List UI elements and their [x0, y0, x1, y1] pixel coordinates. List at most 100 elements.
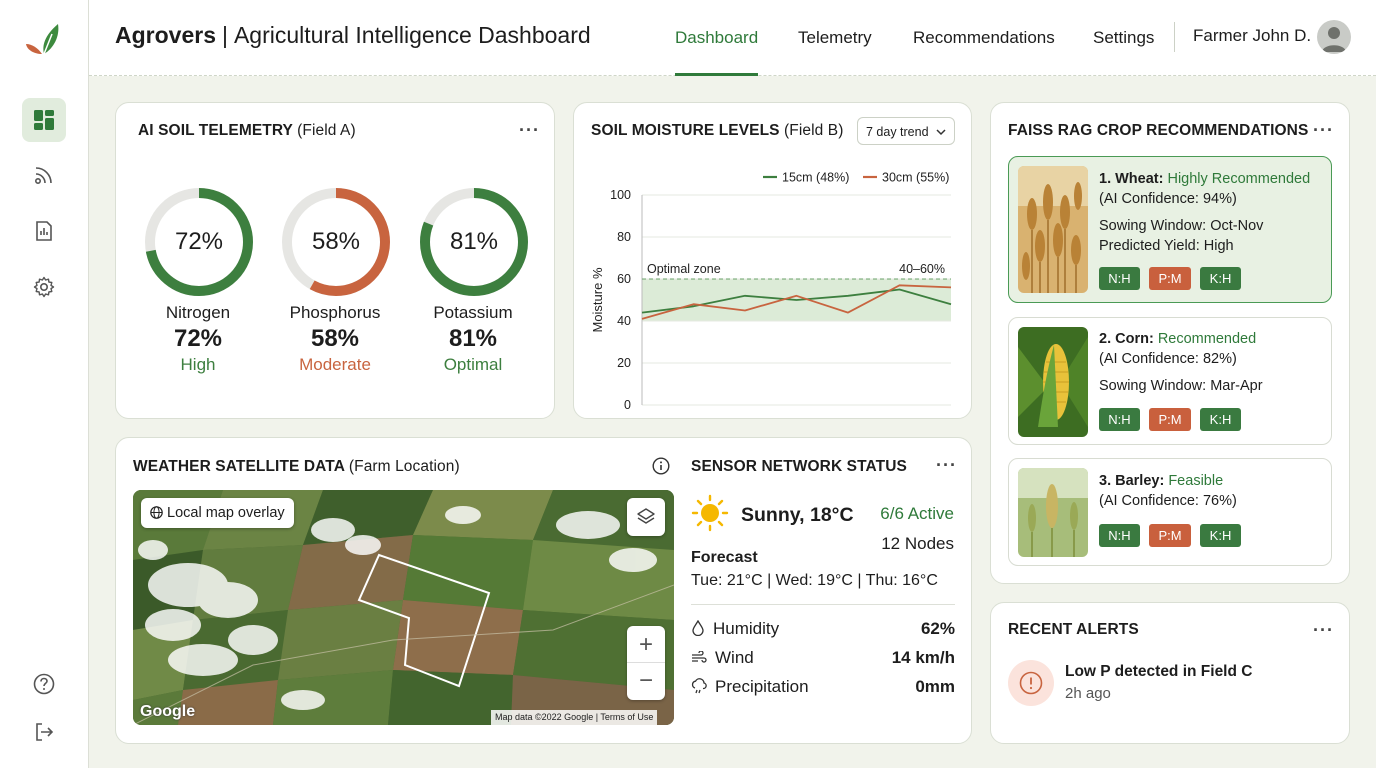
nav-recommendations[interactable]: Recommendations [913, 0, 1055, 76]
top-bar: Agrovers | Agricultural Intelligence Dashb… [89, 0, 1376, 76]
recommendation-item-corn[interactable]: 2. Corn: Recommended (AI Confidence: 82%… [1008, 317, 1332, 445]
divider [691, 604, 955, 605]
card-title: WEATHER SATELLITE DATA (Farm Location) [133, 458, 460, 476]
soil-moisture-card: SOIL MOISTURE LEVELS (Field B) 7 day tre… [573, 102, 972, 419]
more-options-icon[interactable]: ··· [1313, 621, 1334, 639]
metric-value: 14 km/h [891, 648, 955, 667]
y-tick-label: 100 [610, 188, 631, 202]
nav-divider [1174, 22, 1175, 52]
precipitation-icon [691, 678, 707, 694]
potassium-tag: K:H [1200, 524, 1241, 547]
recommendation-item-barley[interactable]: 3. Barley: Feasible (AI Confidence: 76%)… [1008, 458, 1332, 566]
sidebar-item-logout[interactable] [22, 710, 66, 754]
warning-icon [1019, 671, 1043, 695]
metric-label: Precipitation [715, 677, 809, 696]
user-name[interactable]: Farmer John D. [1193, 26, 1311, 46]
brand-separator: | [221, 22, 228, 48]
rec-status: Feasible [1168, 473, 1224, 489]
sidebar-item-reports[interactable] [22, 209, 66, 253]
metric-value: 62% [920, 619, 955, 638]
brand-subtitle: Agricultural Intelligence Dashboard [233, 22, 591, 48]
nutrient-status: Optimal [443, 355, 503, 374]
nav-dashboard[interactable]: Dashboard [675, 0, 759, 76]
map-attribution: Map data ©2022 Google | Terms of Use [491, 710, 658, 725]
droplet-icon [692, 619, 704, 637]
recommendation-heading: 2. Corn: Recommended [1099, 329, 1256, 349]
zoom-out-button[interactable]: − [627, 663, 665, 700]
phosphorus-gauge: 58% [280, 186, 392, 298]
nutrient-percent: 81% [448, 325, 498, 352]
chevron-down-icon [936, 129, 946, 136]
trend-range-select[interactable]: 7 day trend [857, 117, 955, 145]
sun-icon [691, 494, 729, 532]
soil-telemetry-card: AI SOIL TELEMETRY (Field A) ··· 72% 58% … [115, 102, 555, 419]
metric-label: Wind [715, 648, 754, 667]
rec-title: 3. Barley: [1099, 473, 1165, 489]
zoom-in-button[interactable]: + [627, 626, 665, 663]
info-icon[interactable] [652, 457, 670, 475]
more-options-icon[interactable]: ··· [1313, 121, 1334, 139]
sidebar [0, 0, 89, 768]
phosphorus-tag: P:M [1149, 267, 1191, 290]
more-options-icon[interactable]: ··· [936, 456, 957, 474]
y-tick-label: 40 [617, 314, 631, 328]
map-terms-link[interactable]: Terms of Use [600, 712, 653, 722]
leaf-logo-icon[interactable] [22, 18, 66, 58]
avatar[interactable] [1317, 20, 1351, 54]
sidebar-item-telemetry[interactable] [22, 153, 66, 197]
optimal-zone-range: 40–60% [899, 262, 945, 276]
alert-icon-badge [1008, 660, 1054, 706]
rec-status: Recommended [1157, 331, 1257, 347]
potassium-gauge: 81% [418, 186, 530, 298]
nav-settings[interactable]: Settings [1093, 0, 1154, 76]
barley-image [1018, 468, 1088, 557]
help-icon [33, 673, 55, 695]
precipitation-row: Precipitation 0mm [691, 677, 955, 697]
map-layers-button[interactable] [627, 498, 665, 536]
alert-time: 2h ago [1065, 685, 1111, 702]
globe-icon [150, 506, 163, 519]
potassium-gauge-value: 81% [449, 228, 499, 255]
rec-sowing-window: Sowing Window: Oct-Nov [1099, 218, 1264, 234]
layers-icon [637, 508, 655, 524]
weather-condition: Sunny, 18°C [741, 504, 854, 526]
nitrogen-gauge: 72% [143, 186, 255, 298]
y-tick-label: 20 [617, 356, 631, 370]
nitrogen-gauge-value: 72% [174, 228, 224, 255]
map-zoom-control: + − [627, 626, 665, 700]
potassium-tag: K:H [1200, 408, 1241, 431]
rec-sowing-window: Sowing Window: Mar-Apr [1099, 378, 1263, 394]
more-options-icon[interactable]: ··· [519, 121, 540, 139]
weather-sensor-card: WEATHER SATELLITE DATA (Farm Location) L… [115, 437, 972, 744]
card-title: AI SOIL TELEMETRY (Field A) [138, 122, 356, 140]
telemetry-icon [34, 167, 52, 185]
nav-telemetry[interactable]: Telemetry [798, 0, 872, 76]
sensor-node-count: 12 Nodes [881, 534, 954, 553]
nitrogen-tag: N:H [1099, 524, 1140, 547]
map-overlay-toggle[interactable]: Local map overlay [141, 498, 294, 528]
nutrient-status: High [180, 355, 216, 374]
satellite-map[interactable]: Local map overlay + − Google Map data ©2… [133, 490, 674, 725]
rec-confidence: (AI Confidence: 82%) [1099, 351, 1237, 367]
sidebar-item-dashboard[interactable] [22, 98, 66, 142]
dashboard-icon [34, 110, 54, 130]
crop-recommendations-card: FAISS RAG CROP RECOMMENDATIONS ··· 1. Wh… [990, 102, 1350, 584]
phosphorus-gauge-value: 58% [311, 228, 361, 255]
moisture-title: SOIL MOISTURE LEVELS [591, 122, 780, 139]
card-title: RECENT ALERTS [1008, 621, 1139, 638]
sidebar-item-help[interactable] [22, 662, 66, 706]
rec-title: 1. Wheat: [1099, 171, 1164, 187]
soil-title: AI SOIL TELEMETRY [138, 122, 293, 139]
sensor-active-count: 6/6 Active [880, 504, 954, 523]
nutrient-percent: 72% [173, 325, 223, 352]
brand-name: Agrovers [115, 22, 216, 48]
nutrient-status: Moderate [299, 355, 371, 374]
moisture-subtitle: (Field B) [784, 122, 844, 139]
moisture-line-chart: 020406080100Optimal zone40–60%Oct 18Oct … [590, 171, 952, 412]
weather-title: WEATHER SATELLITE DATA [133, 458, 345, 475]
alert-message[interactable]: Low P detected in Field C [1065, 663, 1252, 681]
legend-label: 15cm (48%) [782, 171, 849, 185]
optimal-zone-label: Optimal zone [647, 262, 721, 276]
sidebar-item-settings[interactable] [22, 265, 66, 309]
recommendation-item-wheat[interactable]: 1. Wheat: Highly Recommended (AI Confide… [1008, 156, 1332, 303]
